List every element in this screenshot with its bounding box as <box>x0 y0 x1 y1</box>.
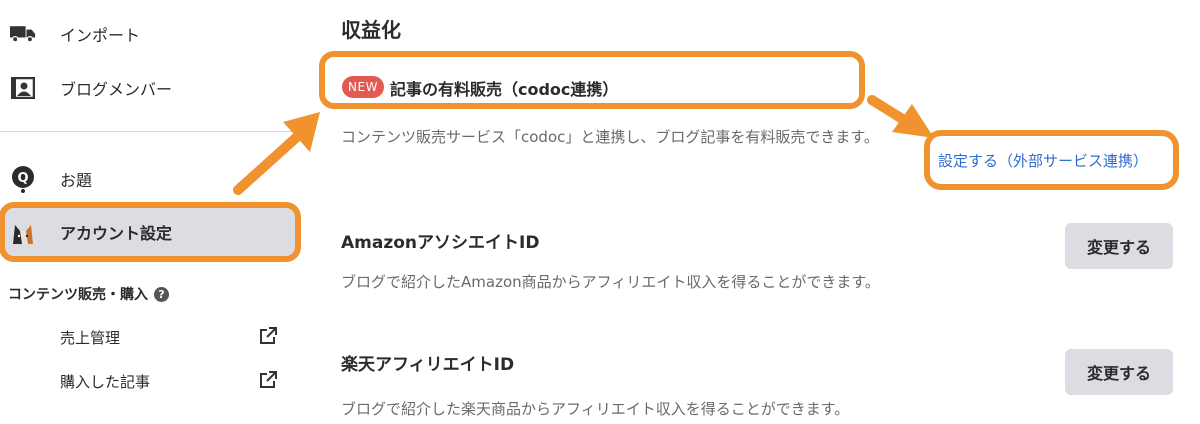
sidebar-item-label: インポート <box>60 26 141 45</box>
codoc-title: 記事の有料販売（codoc連携） <box>390 80 619 99</box>
section-title-text: コンテンツ販売・購入 <box>8 287 148 303</box>
codoc-description: コンテンツ販売サービス「codoc」と連携し、ブログ記事を有料販売できます。 <box>341 128 879 146</box>
sidebar-item-label: ブログメンバー <box>60 80 173 99</box>
sidebar-item-odai[interactable]: Q お題 <box>0 157 300 201</box>
members-icon <box>10 75 36 101</box>
help-icon[interactable]: ? <box>154 286 169 302</box>
codoc-settings-link[interactable]: 設定する（外部サービス連携） <box>938 150 1148 171</box>
truck-icon <box>10 21 36 47</box>
amazon-change-button[interactable]: 変更する <box>1065 223 1173 269</box>
rakuten-title: 楽天アフィリエイトID <box>341 355 515 375</box>
divider <box>0 131 300 132</box>
external-link-icon <box>258 370 278 390</box>
sidebar-item-account-settings[interactable]: アカウント設定 <box>0 208 300 256</box>
main-content: 収益化 NEW 記事の有料販売（codoc連携） コンテンツ販売サービス「cod… <box>300 0 1200 424</box>
sidebar-subitem-sales[interactable]: 売上管理 <box>0 322 300 352</box>
sidebar-item-label: お題 <box>60 171 93 190</box>
sidebar-item-label: アカウント設定 <box>60 224 173 243</box>
rakuten-description: ブログで紹介した楽天商品からアフィリエイト収入を得ることができます。 <box>341 400 850 418</box>
section-title-content-sales: コンテンツ販売・購入 ? <box>8 284 169 304</box>
amazon-title: AmazonアソシエイトID <box>341 233 540 253</box>
new-badge: NEW <box>342 76 384 98</box>
avatar-cat-icon <box>10 219 36 245</box>
sidebar-item-import[interactable]: インポート <box>0 12 300 56</box>
sidebar-subitem-label: 購入した記事 <box>60 373 151 391</box>
rakuten-change-button[interactable]: 変更する <box>1065 349 1173 395</box>
sidebar-subitem-purchased[interactable]: 購入した記事 <box>0 366 300 396</box>
sidebar-subitem-label: 売上管理 <box>60 329 121 347</box>
external-link-icon <box>258 326 278 346</box>
svg-text:Q: Q <box>17 171 28 186</box>
sidebar: インポート ブログメンバー Q お題 アカウント設定 コンテンツ販売・購入 ? … <box>0 0 300 424</box>
amazon-description: ブログで紹介したAmazon商品からアフィリエイト収入を得ることができます。 <box>341 273 880 291</box>
odai-icon: Q <box>10 166 36 193</box>
page-title: 収益化 <box>341 18 401 42</box>
sidebar-item-blog-members[interactable]: ブログメンバー <box>0 66 300 110</box>
